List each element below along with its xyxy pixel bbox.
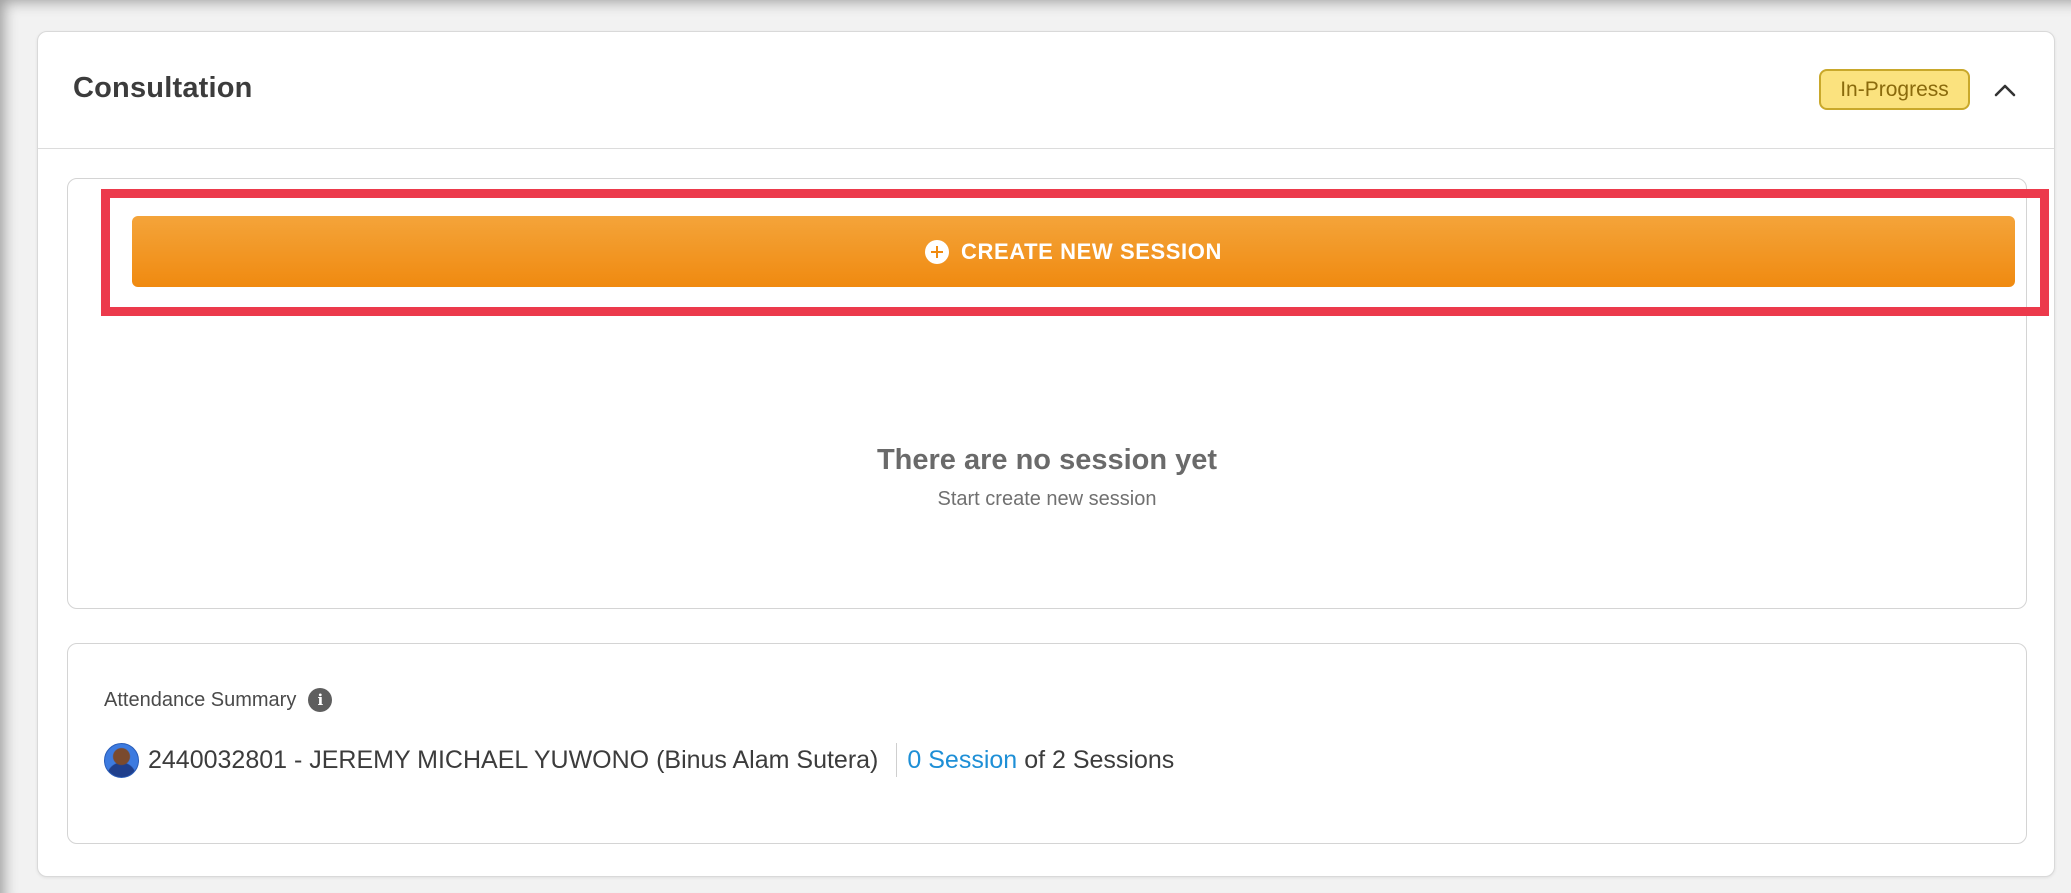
status-badge: In-Progress [1819,69,1970,110]
empty-state-subtitle: Start create new session [937,488,1157,510]
create-new-session-button[interactable]: CREATE NEW SESSION [132,216,2015,287]
divider [896,743,898,777]
attendance-title-row: Attendance Summary i [104,688,333,712]
session-panel: CREATE NEW SESSION There are no session … [67,178,2049,609]
info-icon[interactable]: i [308,688,333,712]
attendance-title: Attendance Summary [104,688,297,711]
total-sessions: of 2 Sessions [1024,745,1175,774]
attended-sessions-link[interactable]: 0 Session [907,746,1017,775]
attendance-row: 2440032801 - JEREMY MICHAEL YUWONO (Binu… [104,742,1174,778]
attendance-panel: Attendance Summary i 2440032801 - JEREMY… [67,643,2027,844]
student-name: 2440032801 - JEREMY MICHAEL YUWONO (Binu… [148,745,879,774]
card-title: Consultation [73,72,253,104]
avatar [104,742,139,778]
plus-circle-icon [925,239,949,264]
chevron-up-icon [1994,84,2016,97]
empty-state-title: There are no session yet [876,444,1218,476]
card-header: Consultation In-Progress [38,32,2054,149]
create-new-session-label: CREATE NEW SESSION [961,238,1222,264]
collapse-button[interactable] [1987,72,2023,108]
consultation-card: Consultation In-Progress CREATE NEW SESS… [37,31,2055,877]
screen-frame: Consultation In-Progress CREATE NEW SESS… [0,0,2071,893]
